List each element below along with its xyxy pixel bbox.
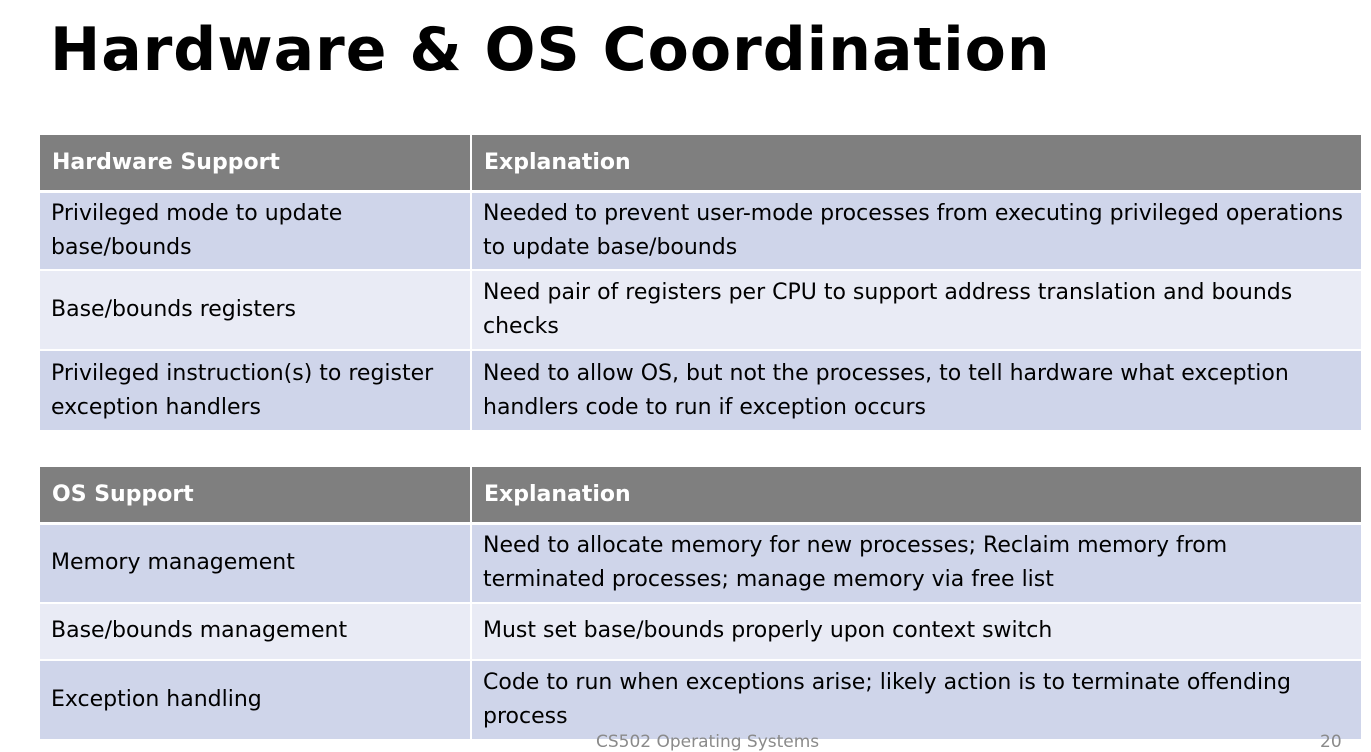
os-item: Memory management [40,522,471,603]
table-row: Exception handling Code to run when exce… [40,658,1361,739]
hardware-item: Privileged mode to update base/bounds [40,190,471,270]
slide-title: Hardware & OS Coordination [50,15,1051,85]
column-header-os-support: OS Support [40,467,471,525]
column-header-hardware-support: Hardware Support [40,135,471,193]
column-header-explanation: Explanation [470,467,1361,525]
table-row: Base/bounds management Must set base/bou… [40,601,1361,660]
slide-footer: CS502 Operating Systems [596,732,820,752]
table-row: Privileged instruction(s) to register ex… [40,349,1361,430]
hardware-item: Privileged instruction(s) to register ex… [40,349,471,430]
os-explanation: Must set base/bounds properly upon conte… [470,601,1361,660]
column-header-explanation: Explanation [470,135,1361,193]
hardware-explanation: Need pair of registers per CPU to suppor… [470,269,1361,350]
os-support-table: OS Support Explanation Memory management… [40,467,1361,739]
table-row: Privileged mode to update base/bounds Ne… [40,190,1361,270]
hardware-explanation: Needed to prevent user-mode processes fr… [470,190,1361,270]
hardware-item: Base/bounds registers [40,269,471,350]
hardware-support-table: Hardware Support Explanation Privileged … [40,135,1361,430]
hardware-explanation: Need to allow OS, but not the processes,… [470,349,1361,430]
os-explanation: Code to run when exceptions arise; likel… [470,658,1361,739]
os-explanation: Need to allocate memory for new processe… [470,522,1361,603]
table-header-row: OS Support Explanation [40,467,1361,525]
os-item: Base/bounds management [40,601,471,660]
table-header-row: Hardware Support Explanation [40,135,1361,193]
table-row: Base/bounds registers Need pair of regis… [40,269,1361,350]
table-row: Memory management Need to allocate memor… [40,522,1361,603]
slide-number: 20 [1320,732,1342,752]
os-item: Exception handling [40,658,471,739]
